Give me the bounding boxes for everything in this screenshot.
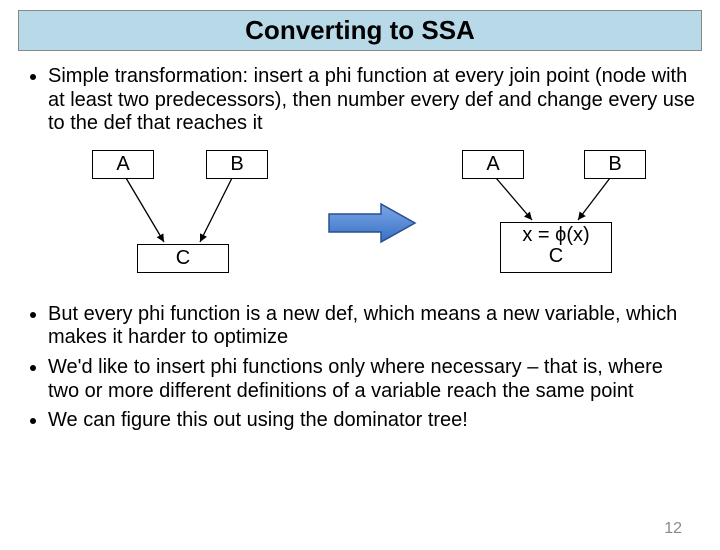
node-left-a: A xyxy=(92,150,154,180)
node-label: B xyxy=(230,153,243,175)
bullet-3: We'd like to insert phi functions only w… xyxy=(48,356,698,403)
node-left-c: C xyxy=(137,244,229,274)
bullet-4: We can figure this out using the dominat… xyxy=(48,409,698,433)
bullet-1: Simple transformation: insert a phi func… xyxy=(48,65,698,136)
diagram: A B C A B x = ϕ(x) C xyxy=(22,142,698,297)
node-label: C xyxy=(176,247,190,269)
slide-title: Converting to SSA xyxy=(19,15,701,46)
phi-expr: x = ϕ(x) xyxy=(522,224,589,246)
node-label: C xyxy=(549,245,563,267)
node-right-b: B xyxy=(584,150,646,180)
slide-body: Simple transformation: insert a phi func… xyxy=(22,65,698,433)
node-label: B xyxy=(608,153,621,175)
node-label: A xyxy=(486,153,499,175)
bullet-2: But every phi function is a new def, whi… xyxy=(48,303,698,350)
page-number: 12 xyxy=(664,520,682,538)
transform-arrow-icon xyxy=(327,202,417,244)
node-right-c: x = ϕ(x) C xyxy=(500,222,612,273)
node-label: A xyxy=(116,153,129,175)
slide-title-bar: Converting to SSA xyxy=(18,10,702,51)
node-right-a: A xyxy=(462,150,524,180)
node-left-b: B xyxy=(206,150,268,180)
